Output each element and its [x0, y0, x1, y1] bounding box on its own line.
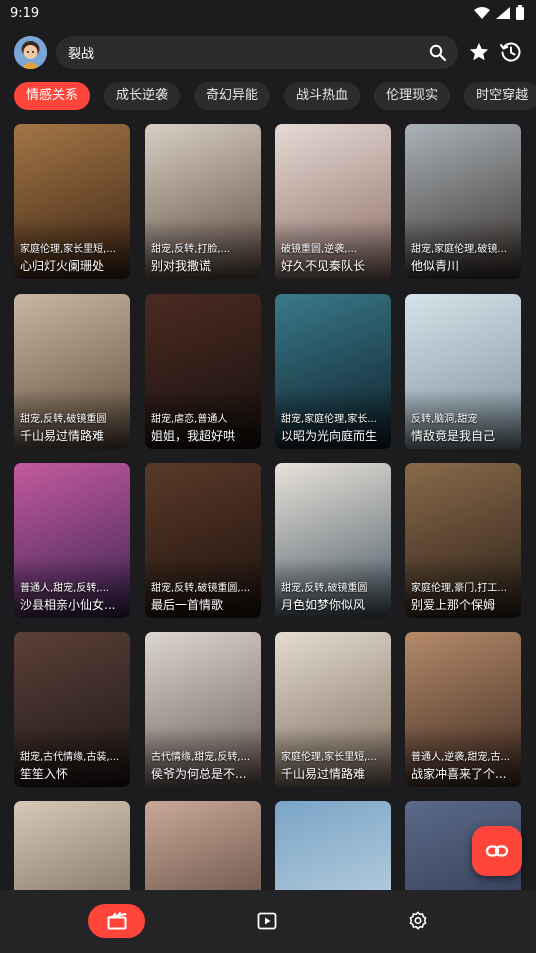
star-icon[interactable]: [468, 41, 490, 63]
drama-tags: 家庭伦理,家长里短,...: [20, 244, 116, 255]
drama-card[interactable]: 普通人,甜宠,反转,... 沙县相亲小仙女...: [14, 463, 130, 618]
status-bar: 9:19: [0, 0, 536, 26]
avatar[interactable]: [14, 36, 47, 69]
drama-title: 笙笙入怀: [20, 767, 69, 781]
drama-title: 沙县相亲小仙女...: [20, 598, 116, 612]
top-bar: [0, 34, 536, 72]
drama-card[interactable]: 家庭伦理,家长里短,... 心归灯火阑珊处: [14, 124, 130, 279]
category-chip[interactable]: 时空穿越: [464, 82, 536, 110]
wifi-icon: [474, 7, 490, 19]
nav-settings[interactable]: [401, 904, 435, 938]
drama-card[interactable]: [14, 801, 130, 890]
search-box[interactable]: [56, 36, 458, 69]
category-chips: 情感关系 成长逆袭 奇幻异能 战斗热血 伦理现实 时空穿越: [14, 82, 536, 112]
drama-title: 千山易过情路难: [20, 429, 105, 443]
drama-card[interactable]: 甜宠,虐恋,普通人 姐姐，我超好哄: [145, 294, 261, 449]
gear-icon: [409, 911, 427, 930]
drama-title: 千山易过情路难: [281, 767, 366, 781]
drama-card[interactable]: 甜宠,反转,破镜重圆 月色如梦你似风: [275, 463, 391, 618]
link-icon: [485, 845, 509, 857]
drama-tags: 甜宠,古代情缘,古装,...: [20, 752, 120, 763]
drama-card[interactable]: 甜宠,古代情缘,古装,... 笙笙入怀: [14, 632, 130, 787]
drama-title: 情敌竟是我自己: [411, 429, 496, 443]
nav-player[interactable]: [250, 904, 284, 938]
drama-card[interactable]: 反转,脑洞,甜宠情敌竟是我自己: [405, 294, 521, 449]
drama-card[interactable]: 甜宠,家庭伦理,家长... 以昭为光向庭而生: [275, 294, 391, 449]
history-icon[interactable]: [499, 40, 523, 64]
signal-icon: [496, 7, 510, 19]
category-chip[interactable]: 成长逆袭: [104, 82, 181, 110]
drama-tags: 甜宠,家庭伦理,家长...: [281, 414, 377, 425]
drama-card[interactable]: [275, 801, 391, 890]
drama-title: 侯爷为何总是不...: [151, 767, 247, 781]
drama-tags: 甜宠,反转,打脸,...: [151, 244, 231, 255]
drama-tags: 家庭伦理,家长里短,...: [281, 752, 377, 763]
drama-tags: 普通人,逆袭,甜宠,古...: [411, 752, 511, 763]
search-input[interactable]: [68, 36, 418, 69]
drama-title: 好久不见秦队长: [281, 259, 366, 273]
drama-card[interactable]: 甜宠,家庭伦理,破镜... 他似青川: [405, 124, 521, 279]
status-icons: [474, 4, 524, 20]
drama-card[interactable]: 家庭伦理,豪门,打工... 别爱上那个保姆: [405, 463, 521, 618]
drama-title: 心归灯火阑珊处: [20, 259, 105, 273]
bottom-nav: [0, 890, 536, 953]
drama-tags: 反转,脑洞,甜宠: [411, 414, 478, 425]
drama-card[interactable]: 古代情缘,甜宠,反转,... 侯爷为何总是不...: [145, 632, 261, 787]
category-chip[interactable]: 战斗热血: [284, 82, 361, 110]
drama-card[interactable]: 甜宠,反转,破镜重圆 千山易过情路难: [14, 294, 130, 449]
drama-title: 别对我撒谎: [151, 259, 212, 273]
category-chip[interactable]: 奇幻异能: [194, 82, 271, 110]
drama-tags: 甜宠,虐恋,普通人: [151, 414, 228, 425]
drama-poster: [14, 801, 130, 890]
drama-poster: [275, 801, 391, 890]
drama-tags: 古代情缘,甜宠,反转,...: [151, 752, 251, 763]
drama-title: 最后一首情歌: [151, 598, 224, 612]
drama-tags: 甜宠,反转,破镜重圆,...: [151, 583, 251, 594]
drama-title: 别爱上那个保姆: [411, 598, 496, 612]
drama-tags: 破镜重圆,逆袭,...: [281, 244, 357, 255]
drama-card[interactable]: 破镜重圆,逆袭,... 好久不见秦队长: [275, 124, 391, 279]
link-button[interactable]: [472, 826, 522, 876]
battery-icon: [516, 4, 524, 20]
drama-card[interactable]: 普通人,逆袭,甜宠,古... 战家冲喜来了个...: [405, 632, 521, 787]
drama-title: 姐姐，我超好哄: [151, 429, 236, 443]
drama-title: 他似青川: [411, 259, 460, 273]
drama-tags: 普通人,甜宠,反转,...: [20, 583, 110, 594]
drama-card[interactable]: 家庭伦理,家长里短,... 千山易过情路难: [275, 632, 391, 787]
avatar-icon: [14, 36, 47, 69]
drama-title: 月色如梦你似风: [281, 598, 366, 612]
category-chip[interactable]: 伦理现实: [374, 82, 451, 110]
nav-home[interactable]: [88, 904, 145, 938]
drama-card[interactable]: [145, 801, 261, 890]
drama-tags: 甜宠,家庭伦理,破镜...: [411, 244, 507, 255]
drama-title: 战家冲喜来了个...: [411, 767, 507, 781]
drama-card[interactable]: 甜宠,反转,打脸,... 别对我撒谎: [145, 124, 261, 279]
category-chip[interactable]: 情感关系: [14, 82, 91, 110]
status-time: 9:19: [10, 5, 40, 21]
play-box-icon: [257, 912, 277, 930]
drama-card[interactable]: 甜宠,反转,破镜重圆,... 最后一首情歌: [145, 463, 261, 618]
clapperboard-icon: [107, 912, 126, 930]
drama-tags: 家庭伦理,豪门,打工...: [411, 583, 507, 594]
drama-title: 以昭为光向庭而生: [281, 429, 378, 443]
drama-grid: 家庭伦理,家长里短,... 心归灯火阑珊处 甜宠,反转,打脸,... 别对我撒谎 破镜重…: [14, 124, 522, 890]
drama-tags: 甜宠,反转,破镜重圆: [20, 414, 107, 425]
search-icon[interactable]: [429, 44, 446, 61]
drama-tags: 甜宠,反转,破镜重圆: [281, 583, 368, 594]
drama-poster: [145, 801, 261, 890]
